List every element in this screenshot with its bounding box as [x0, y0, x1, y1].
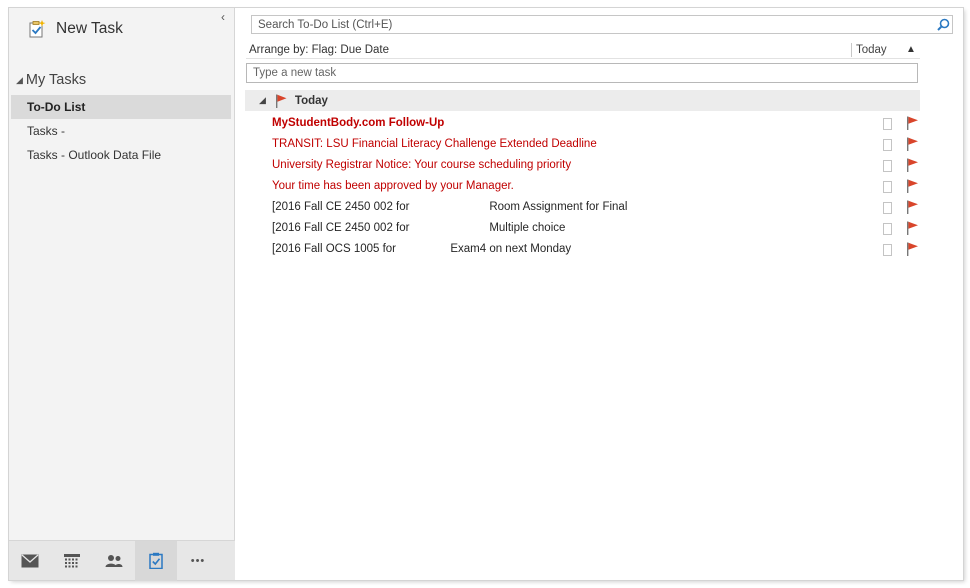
complete-checkbox[interactable]: [883, 181, 892, 193]
sort-ascending-icon[interactable]: ▲: [902, 44, 920, 55]
flag-icon[interactable]: [905, 158, 919, 172]
calendar-icon: [64, 553, 80, 567]
flag-icon[interactable]: [905, 137, 919, 151]
new-task-button[interactable]: New Task: [27, 17, 123, 41]
task-subject: [2016 Fall CE 2450 002 for Multiple choi…: [272, 222, 566, 234]
folder-item-tasks[interactable]: Tasks -: [11, 119, 231, 143]
flag-icon[interactable]: [905, 221, 919, 235]
expand-triangle-icon: ◢: [16, 74, 23, 85]
nav-mail[interactable]: [9, 541, 51, 581]
new-task-input[interactable]: Type a new task: [246, 63, 918, 83]
complete-checkbox[interactable]: [883, 223, 892, 235]
nav-tasks[interactable]: [135, 540, 177, 581]
flag-icon[interactable]: [905, 242, 919, 256]
complete-checkbox[interactable]: [883, 244, 892, 256]
people-icon: [105, 554, 123, 567]
collapse-group-icon: ◢: [259, 95, 266, 105]
sort-today-label[interactable]: Today: [852, 44, 902, 56]
task-row[interactable]: Your time has been approved by your Mana…: [245, 176, 920, 197]
flag-icon[interactable]: [905, 200, 919, 214]
complete-checkbox[interactable]: [883, 160, 892, 172]
my-tasks-label: My Tasks: [25, 72, 87, 88]
complete-checkbox[interactable]: [883, 202, 892, 214]
task-row[interactable]: TRANSIT: LSU Financial Literacy Challeng…: [245, 134, 920, 155]
flag-icon[interactable]: [905, 116, 919, 130]
nav-people[interactable]: [93, 541, 135, 581]
outlook-tasks-window: New Task ‹ ◢ My Tasks To-Do List Tasks -…: [9, 8, 963, 581]
task-subject: [2016 Fall CE 2450 002 for Room Assignme…: [272, 201, 628, 213]
task-subject: MyStudentBody.com Follow-Up: [272, 117, 445, 129]
group-header-today[interactable]: ◢ Today: [245, 90, 920, 111]
task-row[interactable]: University Registrar Notice: Your course…: [245, 155, 920, 176]
task-list-pane: Search To-Do List (Ctrl+E) Arrange by: F…: [245, 8, 963, 580]
task-row[interactable]: MyStudentBody.com Follow-Up: [245, 113, 920, 134]
task-row[interactable]: [2016 Fall CE 2450 002 for Multiple choi…: [245, 218, 920, 239]
my-tasks-header[interactable]: ◢ My Tasks: [16, 72, 86, 88]
task-subject: Your time has been approved by your Mana…: [272, 180, 514, 192]
complete-checkbox[interactable]: [883, 139, 892, 151]
new-task-icon: [29, 20, 46, 38]
navigation-bar: •••: [9, 540, 235, 581]
folder-item-to-do-list[interactable]: To-Do List: [11, 95, 231, 119]
nav-more[interactable]: •••: [177, 541, 219, 581]
search-box[interactable]: Search To-Do List (Ctrl+E): [251, 15, 953, 34]
mail-icon: [21, 554, 39, 567]
more-icon: •••: [190, 554, 206, 567]
task-subject: [2016 Fall OCS 1005 for Exam4 on next Mo…: [272, 243, 572, 255]
folder-item-tasks-outlook-data-file[interactable]: Tasks - Outlook Data File: [11, 143, 231, 167]
new-task-label: New Task: [56, 20, 123, 37]
search-icon: [936, 18, 949, 31]
arrange-by-label[interactable]: Arrange by: Flag: Due Date: [246, 44, 851, 56]
task-row[interactable]: [2016 Fall OCS 1005 for Exam4 on next Mo…: [245, 239, 920, 260]
flag-icon[interactable]: [905, 179, 919, 193]
folder-pane: New Task ‹ ◢ My Tasks To-Do List Tasks -…: [9, 8, 235, 581]
complete-checkbox[interactable]: [883, 118, 892, 130]
search-input[interactable]: Search To-Do List (Ctrl+E): [258, 19, 934, 31]
task-row[interactable]: [2016 Fall CE 2450 002 for Room Assignme…: [245, 197, 920, 218]
folder-list: To-Do List Tasks - Tasks - Outlook Data …: [11, 95, 231, 167]
tasks-icon: [149, 552, 163, 569]
search-button[interactable]: [934, 16, 952, 33]
task-list: MyStudentBody.com Follow-Up TRANSIT: LSU…: [245, 113, 920, 260]
group-label: Today: [294, 94, 328, 107]
collapse-pane-button[interactable]: ‹: [217, 11, 229, 23]
nav-calendar[interactable]: [51, 541, 93, 581]
arrange-by-header: Arrange by: Flag: Due Date Today ▲: [246, 41, 920, 59]
flag-icon: [275, 94, 287, 108]
task-subject: University Registrar Notice: Your course…: [272, 159, 572, 171]
task-subject: TRANSIT: LSU Financial Literacy Challeng…: [272, 138, 597, 150]
